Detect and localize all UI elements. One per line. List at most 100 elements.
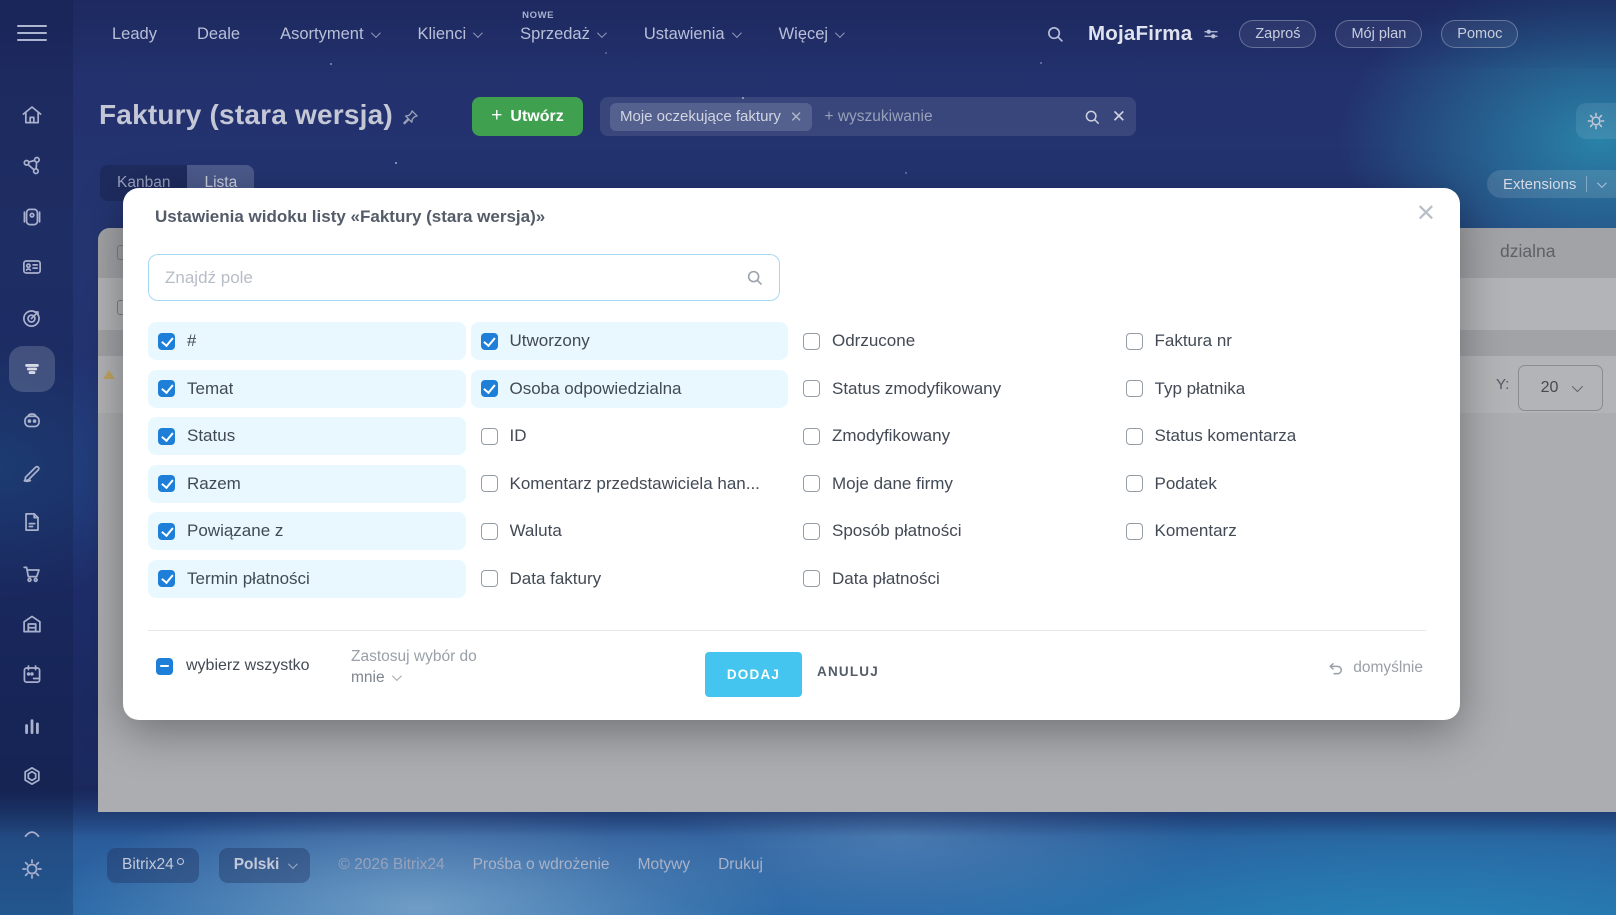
checkbox[interactable] [480, 427, 498, 445]
checkbox[interactable] [158, 570, 175, 587]
search-icon[interactable] [1082, 107, 1102, 127]
filter-search-placeholder[interactable]: + wyszukiwanie [824, 108, 1081, 126]
sidebar-item-pen-icon[interactable] [9, 448, 55, 494]
add-button[interactable]: DODAJ [705, 652, 802, 697]
language-selector[interactable]: Polski [218, 847, 311, 883]
page-settings-gear-icon[interactable] [1576, 103, 1616, 139]
field-option[interactable]: Podatek [1116, 465, 1434, 503]
sidebar-item-network-icon[interactable] [9, 143, 55, 189]
checkbox[interactable] [803, 427, 820, 445]
invite-button[interactable]: Zaproś [1239, 20, 1317, 48]
field-option[interactable]: Status [148, 417, 466, 455]
nav-item-wiecej[interactable]: Więcej [779, 25, 845, 44]
field-option[interactable]: Odrzucone [793, 322, 1111, 360]
nav-item-deale[interactable]: Deale [197, 25, 240, 44]
checkbox[interactable] [1125, 427, 1143, 445]
my-plan-button[interactable]: Mój plan [1335, 20, 1423, 48]
create-button[interactable]: + Utwórz [472, 97, 583, 136]
sliders-icon[interactable] [1202, 25, 1220, 43]
checkbox[interactable] [1125, 380, 1143, 397]
footer-link-print[interactable]: Drukuj [718, 856, 763, 874]
nav-item-sprzedaz[interactable]: NOWE Sprzedaż [520, 10, 607, 44]
checkbox[interactable] [803, 475, 820, 492]
sidebar-item-cart-icon[interactable] [9, 550, 55, 596]
checkbox[interactable] [480, 380, 498, 397]
field-option[interactable]: ID [471, 417, 789, 455]
pin-icon[interactable] [400, 108, 420, 128]
help-button[interactable]: Pomoc [1441, 20, 1519, 48]
field-search-input[interactable] [149, 267, 744, 288]
field-option[interactable]: Sposób płatności [793, 512, 1111, 550]
sidebar-item-gear-icon[interactable] [9, 846, 55, 892]
field-option[interactable]: Data płatności [793, 560, 1111, 598]
nav-item-asortyment[interactable]: Asortyment [280, 25, 381, 44]
remove-filter-icon[interactable]: ✕ [790, 108, 803, 126]
checkbox[interactable] [158, 475, 175, 492]
checkbox[interactable] [803, 522, 820, 540]
field-option[interactable]: Zmodyfikowany [793, 417, 1111, 455]
search-icon[interactable] [1044, 23, 1066, 45]
checkbox[interactable] [480, 570, 498, 587]
sidebar-item-document-icon[interactable] [9, 499, 55, 545]
field-option[interactable]: Razem [148, 464, 466, 503]
sidebar-item-contact-card-icon[interactable] [9, 244, 55, 290]
sidebar-item-home-icon[interactable] [9, 92, 55, 138]
footer-link-themes[interactable]: Motywy [638, 856, 691, 874]
checkbox[interactable] [803, 332, 820, 350]
checkbox[interactable] [803, 570, 820, 587]
checkbox[interactable] [1125, 475, 1143, 492]
checkbox[interactable] [1125, 522, 1143, 540]
page-size-select[interactable]: 20 [1518, 365, 1603, 411]
field-option[interactable]: Status komentarza [1116, 417, 1434, 455]
field-option[interactable]: Waluta [471, 512, 789, 550]
sidebar-item-robot-icon[interactable] [9, 397, 55, 443]
select-all-option[interactable]: wybierz wszystko [156, 657, 310, 675]
nav-item-leady[interactable]: Leady [112, 25, 157, 44]
field-option[interactable]: Komentarz [1116, 512, 1434, 550]
cancel-button[interactable]: ANULUJ [817, 664, 879, 679]
checkbox[interactable] [480, 332, 498, 350]
sidebar-item-warehouse-icon[interactable] [9, 601, 55, 647]
select-all-checkbox[interactable] [156, 657, 173, 675]
field-option[interactable]: Powiązane z [148, 512, 466, 550]
checkbox[interactable] [158, 522, 175, 540]
filter-preset-chip[interactable]: Moje oczekujące faktury ✕ [610, 102, 813, 131]
sidebar-item-arc-icon[interactable] [9, 804, 55, 850]
hamburger-menu-icon[interactable] [17, 20, 47, 46]
field-option[interactable]: Status zmodyfikowany [793, 370, 1111, 408]
extensions-button[interactable]: Extensions [1487, 170, 1616, 198]
filter-search-bar[interactable]: Moje oczekujące faktury ✕ + wyszukiwanie… [600, 97, 1136, 136]
clear-filter-icon[interactable]: ✕ [1112, 107, 1126, 127]
field-option[interactable]: Osoba odpowiedzialna [470, 369, 788, 408]
checkbox[interactable] [480, 475, 498, 492]
field-option[interactable]: Komentarz przedstawiciela han... [471, 465, 789, 503]
sidebar-item-invoices-filter-icon[interactable] [9, 346, 55, 392]
checkbox[interactable] [1125, 332, 1143, 350]
field-option[interactable]: Utworzony [470, 322, 788, 360]
field-option[interactable]: Faktura nr [1116, 322, 1434, 360]
nav-item-ustawienia[interactable]: Ustawienia [644, 25, 742, 44]
field-option[interactable]: Data faktury [471, 560, 789, 598]
reset-default-link[interactable]: domyślnie [1327, 659, 1423, 677]
apply-scope-dropdown[interactable]: Zastosuj wybór do mnie [351, 646, 477, 688]
sidebar-item-chart-icon[interactable] [9, 702, 55, 748]
field-option[interactable]: Termin płatności [148, 559, 466, 598]
field-option[interactable]: # [148, 322, 466, 360]
field-option[interactable]: Moje dane firmy [793, 465, 1111, 503]
field-option[interactable]: Temat [148, 369, 466, 408]
nav-item-klienci[interactable]: Klienci [418, 25, 484, 44]
sidebar-item-hexagon-icon[interactable] [9, 753, 55, 799]
field-option[interactable]: Typ płatnika [1116, 370, 1434, 408]
footer-link-implementation[interactable]: Prośba o wdrożenie [473, 856, 610, 874]
checkbox[interactable] [480, 522, 498, 540]
close-icon[interactable]: ✕ [1416, 202, 1436, 226]
checkbox[interactable] [803, 380, 820, 397]
bitrix24-logo[interactable]: Bitrix24 [107, 847, 199, 883]
portal-name[interactable]: MojaFirma [1088, 22, 1192, 46]
checkbox[interactable] [158, 427, 175, 445]
checkbox[interactable] [158, 380, 175, 397]
checkbox[interactable] [158, 332, 175, 350]
sidebar-item-target-icon[interactable] [9, 295, 55, 341]
sidebar-item-video-icon[interactable] [9, 194, 55, 240]
sidebar-item-calendar-icon[interactable] [9, 651, 55, 697]
